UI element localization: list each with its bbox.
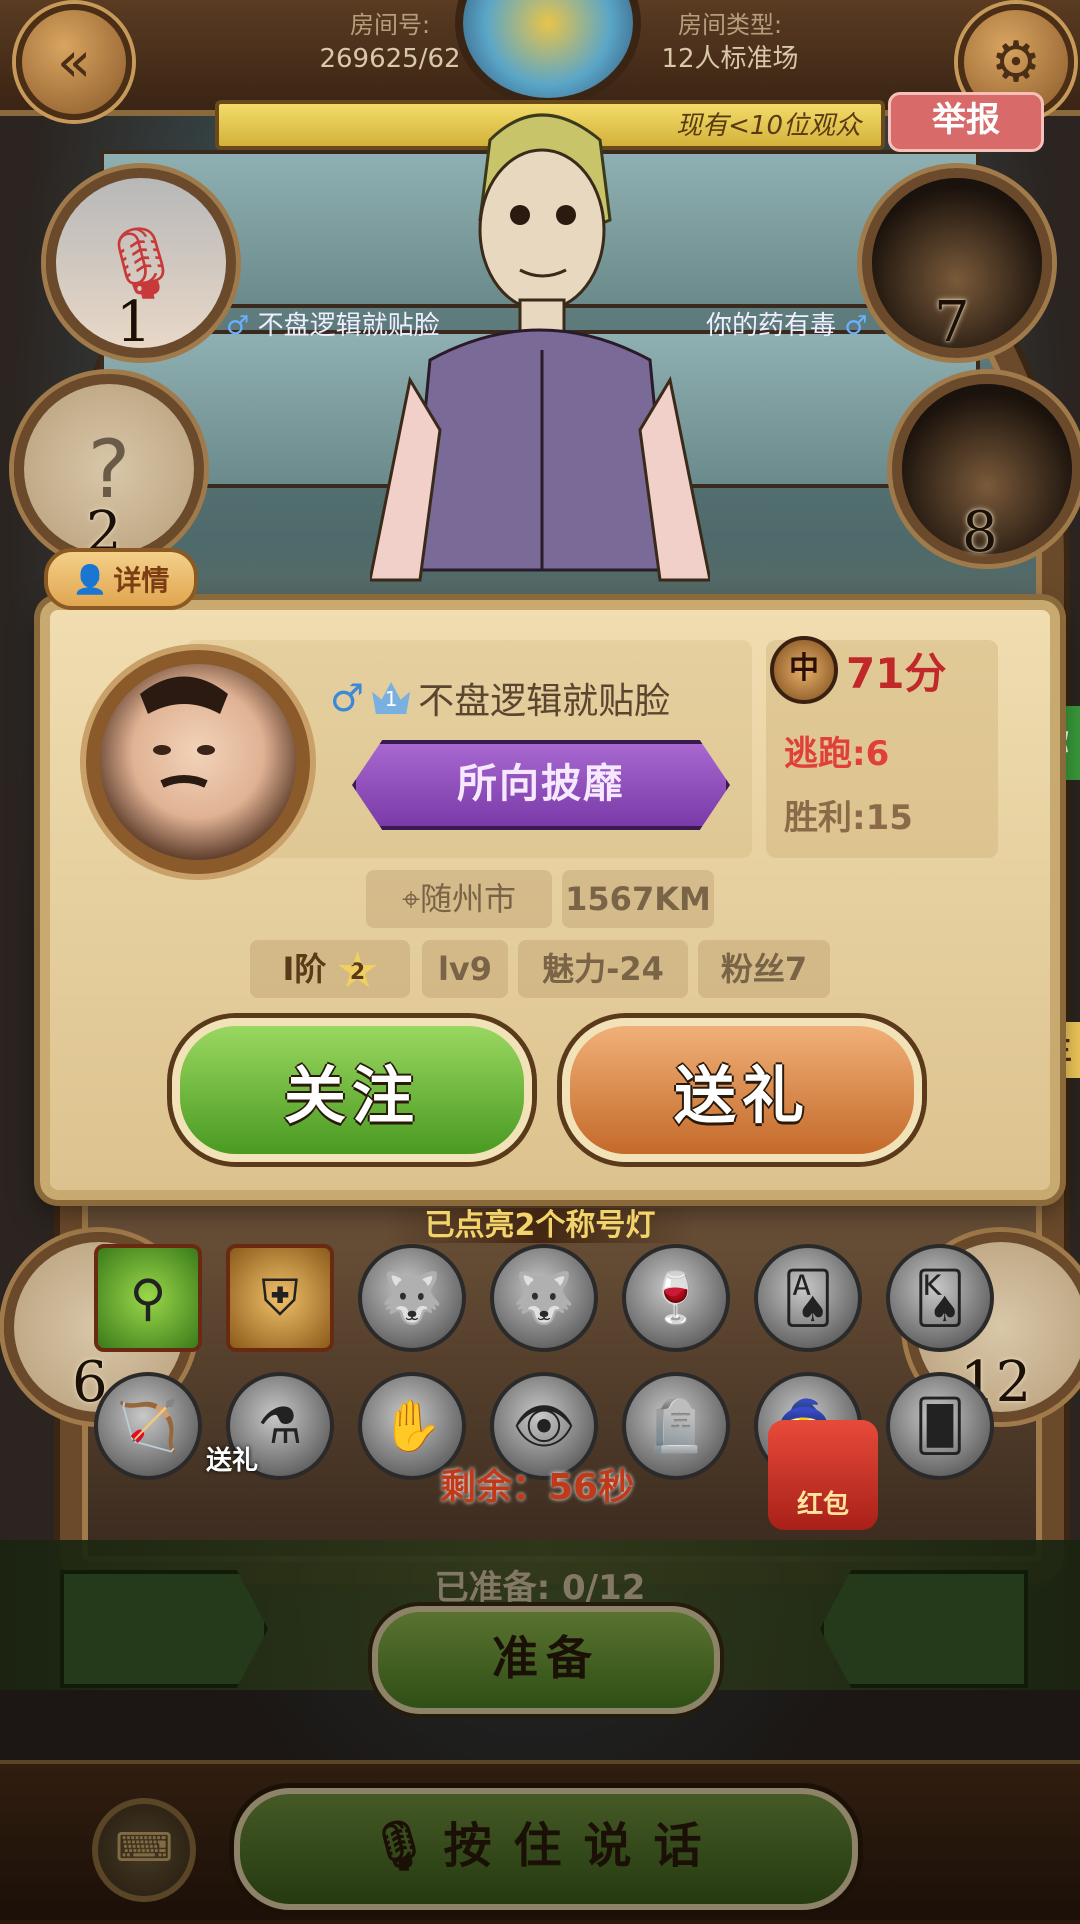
countdown-timer: 剩余：56秒 bbox=[440, 1467, 635, 1508]
lovers-card-icon[interactable]: 🂠 bbox=[886, 1372, 994, 1480]
seat-name-text: 你的药有毒 bbox=[706, 311, 837, 341]
back-button[interactable]: « bbox=[16, 4, 132, 120]
location-pin-icon: ⌖ bbox=[401, 880, 420, 918]
title-lights-heading: 已点亮2个称号灯 bbox=[0, 1200, 1080, 1244]
seat-number: 8 bbox=[962, 500, 998, 565]
red-packet-button[interactable]: 红包 bbox=[768, 1420, 878, 1530]
fans-chip: 粉丝7 bbox=[698, 940, 830, 998]
seat-number: 7 bbox=[934, 290, 970, 355]
back-arrow-icon: « bbox=[56, 29, 92, 95]
seat-7-name: 你的药有毒 ♂ bbox=[706, 306, 868, 346]
report-button[interactable]: 举报 bbox=[888, 92, 1044, 152]
crossbow-icon[interactable]: 🏹 bbox=[94, 1372, 202, 1480]
location-chip: ⌖随州市 bbox=[366, 870, 552, 928]
wolf-howl-icon[interactable]: 🐺 bbox=[490, 1244, 598, 1352]
cannon-icon[interactable]: ⚲ bbox=[94, 1244, 202, 1352]
werewolf-icon[interactable]: 🐺 bbox=[358, 1244, 466, 1352]
shield-sword-icon[interactable]: ⛨ bbox=[226, 1244, 334, 1352]
room-type: 12人标准场 bbox=[661, 44, 799, 74]
room-type-label: 房间类型: bbox=[677, 11, 783, 39]
male-icon: ♂ bbox=[844, 311, 868, 341]
escape-count: 逃跑:6 bbox=[784, 734, 890, 774]
star-icon: 2 bbox=[338, 951, 377, 988]
torn-card-icon[interactable]: 🂮 bbox=[886, 1244, 994, 1352]
bottom-gift-label[interactable]: 送礼 bbox=[206, 1440, 258, 1477]
room-type-block: 房间类型: 12人标准场 bbox=[620, 8, 840, 76]
seat-number: 1 bbox=[116, 290, 152, 355]
room-number: 269625/62 bbox=[319, 44, 461, 74]
player-title-ribbon: 所向披靡 bbox=[352, 740, 730, 830]
detail-label: 详情 bbox=[113, 564, 170, 597]
person-icon: 👤 bbox=[72, 562, 108, 596]
male-icon: ♂ bbox=[330, 676, 365, 720]
gift-button[interactable]: 送礼 bbox=[562, 1018, 922, 1162]
room-number-block: 房间号: 269625/62 bbox=[280, 8, 500, 76]
rank-text: I阶 bbox=[282, 950, 327, 988]
profile-username: 不盘逻辑就贴脸 bbox=[418, 681, 671, 722]
chalice-icon[interactable]: 🍷 bbox=[622, 1244, 730, 1352]
charm-chip: 魅力-24 bbox=[518, 940, 688, 998]
profile-avatar[interactable] bbox=[86, 650, 310, 874]
rank-chip: I阶 2 bbox=[250, 940, 410, 998]
city-text: 随州市 bbox=[420, 880, 517, 918]
distance-chip: 1567KM bbox=[562, 870, 714, 928]
profile-name-row: ♂ 1 不盘逻辑就贴脸 bbox=[330, 672, 670, 724]
detail-button[interactable]: 👤 详情 bbox=[44, 548, 198, 610]
cards-mask-icon[interactable]: 🂡 bbox=[754, 1244, 862, 1352]
vip-crown-icon: 1 bbox=[372, 682, 411, 714]
title-lights-text: 已点亮2个称号灯 bbox=[384, 1208, 696, 1243]
character-illustration bbox=[370, 113, 710, 582]
score-tier-badge: 中 bbox=[770, 636, 838, 704]
modal-dim-overlay bbox=[0, 1540, 1080, 1920]
level-chip: lv9 bbox=[422, 940, 508, 998]
avatar-photo bbox=[140, 676, 228, 788]
male-icon: ♂ bbox=[226, 311, 250, 341]
tombstone-icon[interactable]: 🪦 bbox=[622, 1372, 730, 1480]
room-number-label: 房间号: bbox=[349, 11, 431, 39]
follow-button[interactable]: 关注 bbox=[172, 1018, 532, 1162]
score-value: 71分 bbox=[846, 649, 947, 698]
gear-icon: ⚙ bbox=[990, 29, 1042, 95]
win-count: 胜利:15 bbox=[784, 798, 913, 838]
